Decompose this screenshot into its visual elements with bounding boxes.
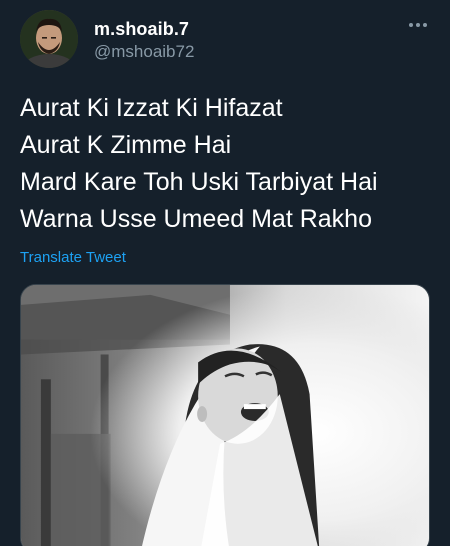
tweet-text-line: Aurat K Zimme Hai <box>20 131 232 159</box>
avatar[interactable] <box>20 10 78 68</box>
translate-tweet-link[interactable]: Translate Tweet <box>20 248 126 268</box>
user-handle[interactable]: @mshoaib72 <box>94 41 194 63</box>
tweet-text: Aurat Ki Izzat Ki Hifazat Aurat K Zimme … <box>20 90 378 238</box>
avatar-photo <box>20 10 78 68</box>
tweet-text-line: Aurat Ki Izzat Ki Hifazat <box>20 94 283 122</box>
user-info: m.shoaib.7 @mshoaib72 <box>94 18 194 63</box>
tweet-text-line: Warna Usse Umeed Mat Rakho <box>20 205 372 233</box>
more-horizontal-icon-dot <box>423 23 427 27</box>
tweet-photo <box>21 285 429 546</box>
tweet-image[interactable] <box>20 284 430 546</box>
more-horizontal-icon-dot <box>416 23 420 27</box>
display-name[interactable]: m.shoaib.7 <box>94 18 194 40</box>
more-horizontal-icon <box>409 23 413 27</box>
more-options-button[interactable] <box>404 14 432 36</box>
tweet-card: m.shoaib.7 @mshoaib72 Aurat Ki Izzat Ki … <box>0 0 450 546</box>
tweet-text-line: Mard Kare Toh Uski Tarbiyat Hai <box>20 168 378 196</box>
